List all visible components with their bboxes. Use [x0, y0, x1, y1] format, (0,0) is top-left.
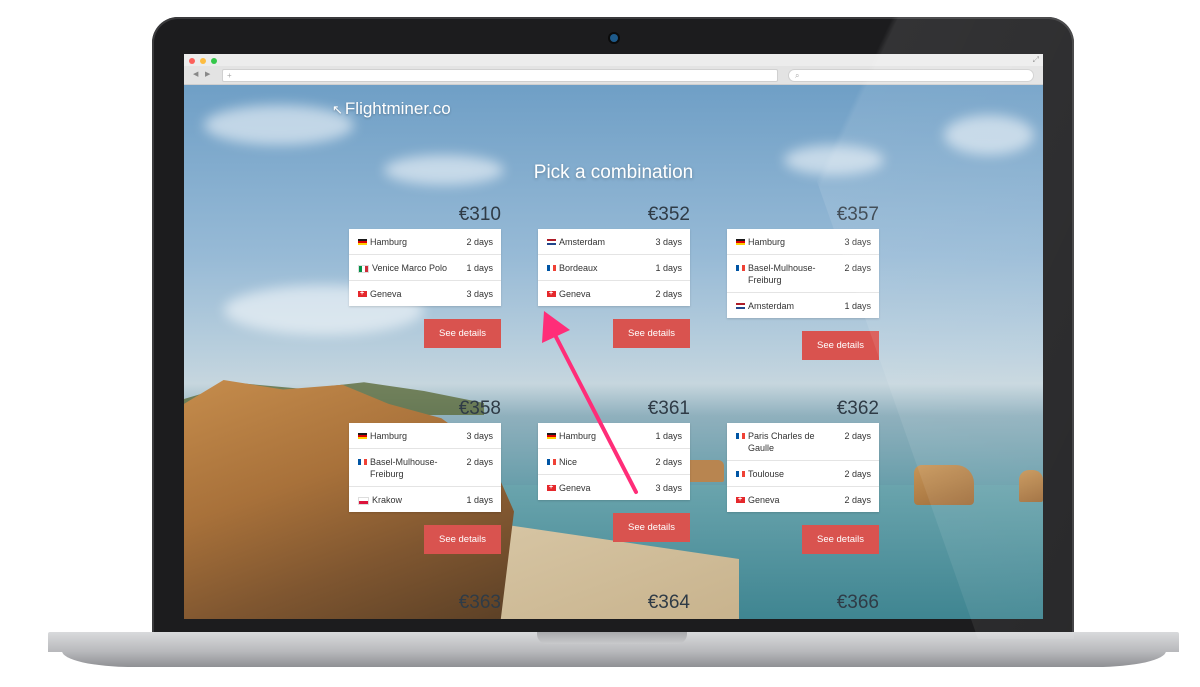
browser-titlebar: ⤢	[184, 54, 1043, 66]
browser-search-field[interactable]: ⌕	[788, 69, 1034, 82]
browser-toolbar: ◀ ▶ + ⌕	[184, 66, 1043, 85]
minimize-window-button[interactable]	[200, 58, 206, 64]
search-icon: ⌕	[795, 71, 800, 80]
fullscreen-icon[interactable]: ⤢	[1033, 56, 1039, 64]
forward-arrow-icon[interactable]: ▶	[205, 70, 210, 79]
maximize-window-button[interactable]	[211, 58, 217, 64]
annotation-arrow	[542, 311, 638, 494]
page-viewport: ↖ Flightminer.co Pick a combination €310 …	[184, 85, 1043, 619]
laptop-base-bottom	[62, 651, 1166, 667]
address-bar[interactable]: +	[222, 69, 778, 82]
annotation-arrow-line	[553, 333, 638, 494]
webcam	[610, 34, 618, 42]
browser-window: ⤢ ◀ ▶ + ⌕ ↖ Flightminer.co Pick a combina…	[184, 54, 1043, 619]
new-tab-icon[interactable]: +	[227, 70, 232, 81]
laptop-notch	[537, 632, 687, 644]
back-arrow-icon[interactable]: ◀	[193, 70, 198, 79]
close-window-button[interactable]	[189, 58, 195, 64]
